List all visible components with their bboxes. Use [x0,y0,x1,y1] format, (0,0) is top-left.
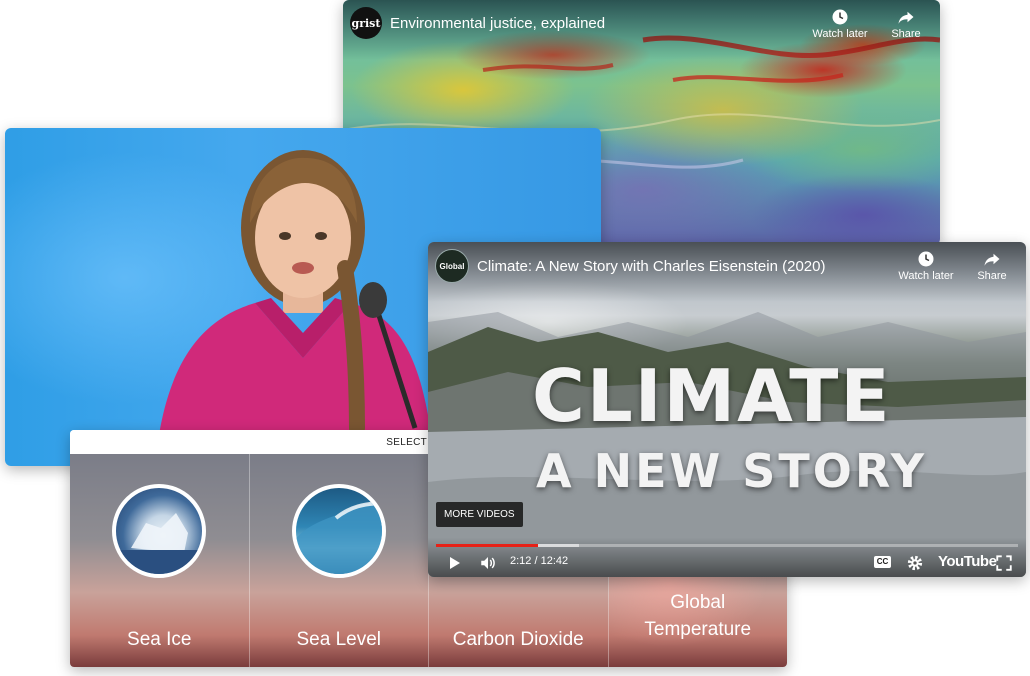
time-display: 2:12 / 12:42 [510,555,569,567]
option-label: Carbon Dioxide [452,629,584,650]
captions-icon[interactable]: CC [874,556,891,568]
youtube-logo[interactable]: YouTube [938,553,997,570]
share-label: Share [891,28,921,40]
option-sea-ice[interactable]: Sea Ice [70,454,250,667]
video-player-climate[interactable]: Global Climate: A New Story with Charles… [428,242,1026,577]
volume-icon[interactable] [478,554,498,572]
watch-later-button[interactable]: Watch later [810,8,870,40]
watch-later-label: Watch later [812,28,868,40]
channel-logo-text: Global [439,261,465,271]
option-label: Global Temperature [644,592,752,640]
captions-label: CC [876,557,889,566]
video-title[interactable]: Climate: A New Story with Charles Eisens… [477,258,825,275]
channel-logo-global[interactable]: Global [435,249,469,283]
watch-later-label: Watch later [898,270,954,282]
option-label: Sea Level [296,629,381,650]
share-arrow-icon [984,253,1000,266]
option-sea-level[interactable]: Sea Level [249,454,429,667]
progress-played [436,544,538,547]
watch-later-button[interactable]: Watch later [896,250,956,282]
video-title[interactable]: Environmental justice, explained [390,15,605,32]
channel-logo-grist[interactable]: grist [350,7,382,39]
share-button[interactable]: Share [876,8,936,40]
share-arrow-icon [898,11,914,24]
share-button[interactable]: Share [962,250,1022,282]
ice-chunk-image [116,513,203,574]
sea-level-thumbnail [291,484,386,578]
sea-ice-thumbnail [112,484,207,578]
gear-icon[interactable] [906,554,924,572]
channel-logo-text: grist [351,16,381,30]
clock-icon [918,251,934,267]
fullscreen-icon[interactable] [995,554,1013,572]
progress-bar[interactable] [436,544,1018,547]
wave-image [295,498,382,574]
play-icon[interactable] [446,555,462,571]
more-videos-button[interactable]: MORE VIDEOS [436,502,523,527]
clock-icon [832,9,848,25]
selector-label: SELECT [386,437,427,448]
share-label: Share [977,270,1007,282]
overlay-title-line2: A NEW STORY [536,444,928,498]
option-label: Sea Ice [127,629,192,650]
overlay-title-line1: CLIMATE [532,354,892,438]
